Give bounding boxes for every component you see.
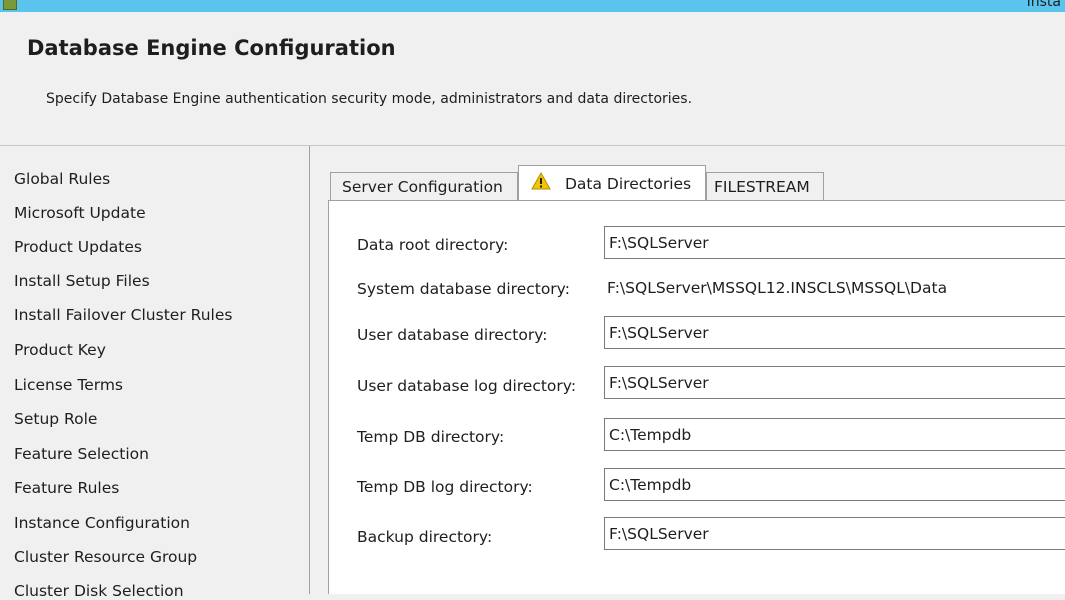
user-database-log-directory-input[interactable]	[604, 366, 1065, 399]
sidebar-item-instance-configuration[interactable]: Instance Configuration	[14, 514, 190, 532]
user-database-log-directory-label: User database log directory:	[357, 377, 577, 395]
temp-db-log-directory-input[interactable]	[604, 468, 1065, 501]
page-header: Database Engine Configuration Specify Da…	[0, 12, 1065, 146]
data-root-directory-input[interactable]	[604, 226, 1065, 259]
setup-app-icon	[3, 0, 17, 10]
sidebar-item-product-key[interactable]: Product Key	[14, 341, 106, 359]
tab-filestream[interactable]: FILESTREAM	[706, 172, 824, 200]
backup-directory-input[interactable]	[604, 517, 1065, 550]
sidebar-item-install-setup-files[interactable]: Install Setup Files	[14, 272, 150, 290]
warning-icon	[531, 171, 551, 190]
sidebar-item-global-rules[interactable]: Global Rules	[14, 170, 110, 188]
sidebar-item-feature-rules[interactable]: Feature Rules	[14, 479, 119, 497]
page-title: Database Engine Configuration	[27, 36, 396, 60]
sidebar-item-feature-selection[interactable]: Feature Selection	[14, 445, 149, 463]
tab-label: Server Configuration	[342, 178, 503, 196]
sidebar-item-cluster-resource-group[interactable]: Cluster Resource Group	[14, 548, 197, 566]
temp-db-directory-input[interactable]	[604, 418, 1065, 451]
title-bar: Insta	[0, 0, 1065, 12]
sidebar-item-install-failover-cluster-rules[interactable]: Install Failover Cluster Rules	[14, 306, 232, 324]
sidebar-item-cluster-disk-selection[interactable]: Cluster Disk Selection	[14, 582, 184, 600]
user-database-directory-label: User database directory:	[357, 326, 548, 344]
page-subtitle: Specify Database Engine authentication s…	[46, 91, 693, 107]
window-title: Insta	[1026, 0, 1061, 10]
backup-directory-label: Backup directory:	[357, 528, 493, 546]
sidebar-item-license-terms[interactable]: License Terms	[14, 376, 123, 394]
sidebar-item-product-updates[interactable]: Product Updates	[14, 238, 142, 256]
tab-label: Data Directories	[565, 175, 692, 193]
tab-server-configuration[interactable]: Server Configuration	[330, 172, 518, 200]
sidebar-item-microsoft-update[interactable]: Microsoft Update	[14, 204, 146, 222]
system-database-directory-value: F:\SQLServer\MSSQL12.INSCLS\MSSQL\Data	[607, 279, 948, 297]
data-root-directory-label: Data root directory:	[357, 236, 509, 254]
system-database-directory-label: System database directory:	[357, 280, 570, 298]
temp-db-directory-label: Temp DB directory:	[357, 428, 505, 446]
user-database-directory-input[interactable]	[604, 316, 1065, 349]
temp-db-log-directory-label: Temp DB log directory:	[357, 478, 533, 496]
tab-data-directories[interactable]: Data Directories	[518, 165, 706, 200]
sidebar-item-setup-role[interactable]: Setup Role	[14, 410, 97, 428]
tab-label: FILESTREAM	[714, 178, 810, 196]
